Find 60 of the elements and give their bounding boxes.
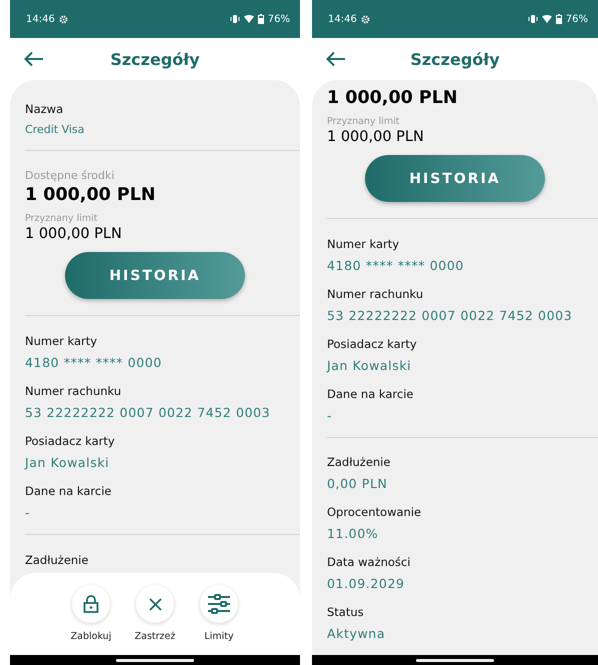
sliders-icon xyxy=(208,594,230,614)
wifi-icon xyxy=(542,15,552,23)
field-label: Zadłużenie xyxy=(327,455,390,469)
field-value: 4180 **** **** 0000 xyxy=(327,258,464,272)
vibrate-icon xyxy=(230,15,240,23)
action-button[interactable]: Zastrzeż xyxy=(130,585,180,655)
field-value: 11.00% xyxy=(327,526,378,541)
field-label: Data ważności xyxy=(327,555,410,569)
field-value: Credit Visa xyxy=(25,123,84,136)
field-label: Zadłużenie xyxy=(25,553,88,567)
action-button[interactable]: Zablokuj xyxy=(66,585,116,655)
battery-icon xyxy=(556,14,562,24)
gear-icon xyxy=(58,14,68,24)
field-label: Numer karty xyxy=(327,236,400,250)
field-value: Aktywna xyxy=(327,626,386,641)
field-value: Jan Kowalski xyxy=(327,358,412,372)
limit-label: Przyznany limit xyxy=(327,116,400,127)
field-label: Dane na karcie xyxy=(25,484,112,498)
limit-amount: 1 000,00 PLN xyxy=(327,129,424,145)
home-indicator[interactable] xyxy=(416,658,494,662)
field-value: 4180 **** **** 0000 xyxy=(25,355,162,370)
lock-icon xyxy=(83,595,99,613)
limit-amount: 1 000,00 PLN xyxy=(25,226,122,242)
close-icon xyxy=(148,598,162,610)
field-label: Posiadacz karty xyxy=(25,434,115,448)
field-label: Numer rachunku xyxy=(327,286,424,300)
field-value: 53 22222222 0007 0022 7452 0003 xyxy=(25,405,270,420)
balance-amount: 1 000,00 PLN xyxy=(327,88,458,108)
balance-label: Dostępne środki xyxy=(25,169,114,182)
field-value: Jan Kowalski xyxy=(25,455,110,470)
field-label: Dane na karcie xyxy=(327,386,414,400)
clock-time: 14:46 xyxy=(26,14,55,24)
history-button[interactable]: HISTORIA xyxy=(365,155,545,202)
back-arrow-icon[interactable] xyxy=(24,51,44,67)
wifi-icon xyxy=(244,15,254,23)
screen-title: Szczegóły xyxy=(110,50,200,68)
field-value: - xyxy=(25,505,30,520)
field-label: Status xyxy=(327,605,364,619)
field-value: 53 22222222 0007 0022 7452 0003 xyxy=(327,308,572,322)
history-button[interactable]: HISTORIA xyxy=(65,252,245,299)
field-label: Numer karty xyxy=(25,334,98,348)
field-value: - xyxy=(327,408,332,422)
battery-percent: 76% xyxy=(268,14,290,24)
gear-icon xyxy=(360,14,370,24)
screen-title: Szczegóły xyxy=(410,50,500,68)
field-value: 01.09.2029 xyxy=(327,576,405,591)
battery-percent: 76% xyxy=(566,14,588,24)
clock-time: 14:46 xyxy=(328,14,357,24)
limit-label: Przyznany limit xyxy=(25,213,98,224)
field-label: Numer rachunku xyxy=(25,384,122,398)
field-label: Oprocentowanie xyxy=(327,505,422,519)
home-indicator[interactable] xyxy=(116,658,194,662)
field-value: 0,00 PLN xyxy=(327,476,388,491)
field-label: Posiadacz karty xyxy=(327,336,417,350)
battery-icon xyxy=(258,14,264,24)
vibrate-icon xyxy=(528,15,538,23)
balance-amount: 1 000,00 PLN xyxy=(25,185,156,205)
field-label: Nazwa xyxy=(25,102,64,116)
action-button[interactable]: Limity xyxy=(194,585,244,655)
back-arrow-icon[interactable] xyxy=(326,51,346,67)
